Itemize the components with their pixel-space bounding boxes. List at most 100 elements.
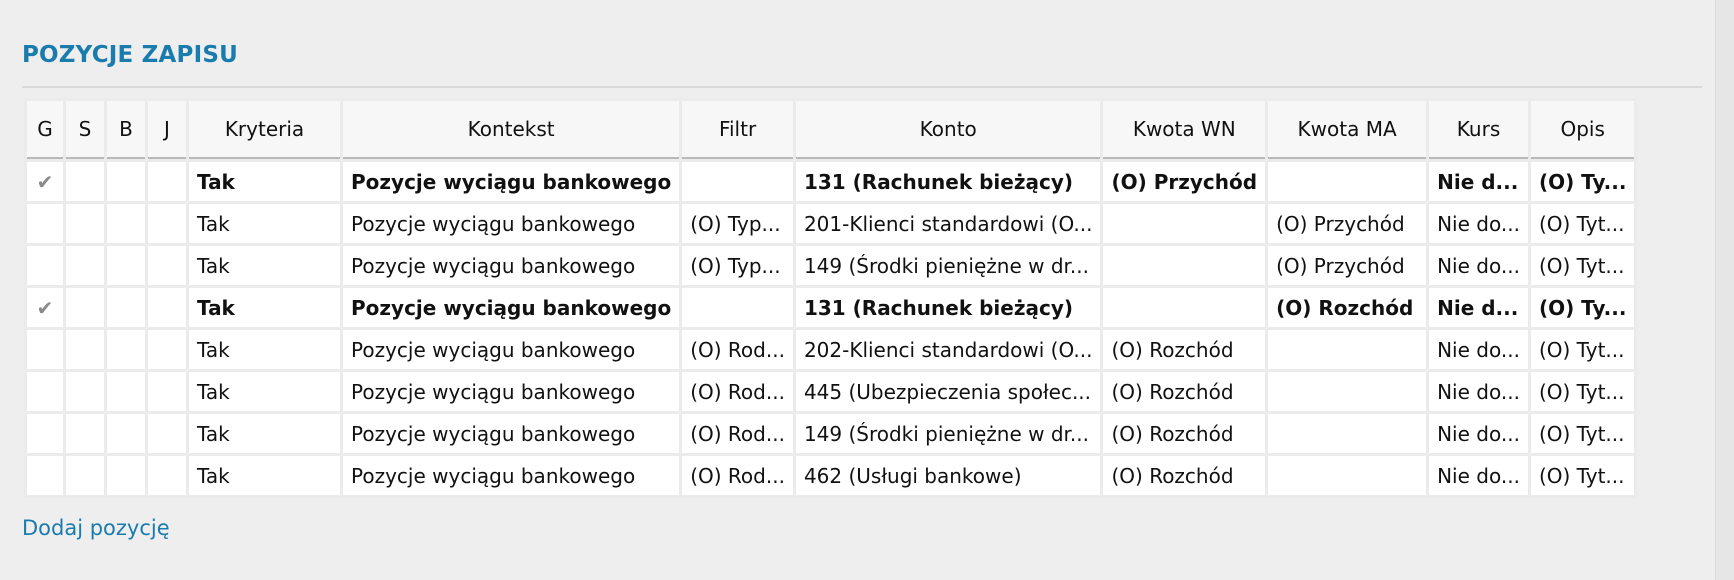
cell-kontekst[interactable]: Pozycje wyciągu bankowego xyxy=(343,246,680,285)
cell-opis[interactable]: (O) Ty... xyxy=(1530,162,1635,201)
cell-g[interactable] xyxy=(27,246,63,285)
cell-filtr[interactable] xyxy=(682,162,793,201)
cell-g[interactable]: ✔ xyxy=(27,162,63,201)
cell-opis[interactable]: (O) Tyt... xyxy=(1530,204,1635,243)
cell-konto[interactable]: 201-Klienci standardowi (O... xyxy=(795,204,1101,243)
cell-b[interactable] xyxy=(107,204,145,243)
cell-opis[interactable]: (O) Tyt... xyxy=(1530,330,1635,369)
column-header-kwota-wn[interactable]: Kwota WN xyxy=(1103,101,1266,159)
cell-s[interactable] xyxy=(66,456,104,495)
cell-kryteria[interactable]: Tak xyxy=(189,162,340,201)
cell-s[interactable] xyxy=(66,330,104,369)
column-header-opis[interactable]: Opis xyxy=(1530,101,1635,159)
cell-kontekst[interactable]: Pozycje wyciągu bankowego xyxy=(343,414,680,453)
cell-b[interactable] xyxy=(107,162,145,201)
cell-opis[interactable]: (O) Tyt... xyxy=(1530,456,1635,495)
cell-s[interactable] xyxy=(66,162,104,201)
cell-konto[interactable]: 131 (Rachunek bieżący) xyxy=(795,288,1101,327)
cell-kryteria[interactable]: Tak xyxy=(189,414,340,453)
cell-konto[interactable]: 149 (Środki pieniężne w dr... xyxy=(795,414,1101,453)
cell-b[interactable] xyxy=(107,372,145,411)
cell-filtr[interactable]: (O) Rod... xyxy=(682,330,793,369)
cell-kryteria[interactable]: Tak xyxy=(189,246,340,285)
column-header-kurs[interactable]: Kurs xyxy=(1429,101,1528,159)
cell-j[interactable] xyxy=(148,414,186,453)
cell-kryteria[interactable]: Tak xyxy=(189,330,340,369)
cell-kwota-ma[interactable]: (O) Rozchód xyxy=(1268,288,1427,327)
cell-j[interactable] xyxy=(148,330,186,369)
table-row[interactable]: ✔ Tak Pozycje wyciągu bankowego 131 (Rachun… xyxy=(27,162,1635,201)
table-row[interactable]: Tak Pozycje wyciągu bankowego (O) Rod... 44… xyxy=(27,372,1635,411)
column-header-kryteria[interactable]: Kryteria xyxy=(189,101,340,159)
column-header-b[interactable]: B xyxy=(107,101,145,159)
column-header-kwota-ma[interactable]: Kwota MA xyxy=(1268,101,1427,159)
cell-g[interactable] xyxy=(27,330,63,369)
cell-kwota-wn[interactable]: (O) Rozchód xyxy=(1103,456,1266,495)
cell-filtr[interactable]: (O) Typ... xyxy=(682,246,793,285)
cell-kontekst[interactable]: Pozycje wyciągu bankowego xyxy=(343,288,680,327)
cell-g[interactable] xyxy=(27,456,63,495)
cell-filtr[interactable]: (O) Rod... xyxy=(682,456,793,495)
cell-kontekst[interactable]: Pozycje wyciągu bankowego xyxy=(343,162,680,201)
table-row[interactable]: Tak Pozycje wyciągu bankowego (O) Rod... 20… xyxy=(27,330,1635,369)
cell-s[interactable] xyxy=(66,288,104,327)
cell-opis[interactable]: (O) Tyt... xyxy=(1530,372,1635,411)
vertical-scrollbar[interactable] xyxy=(1715,0,1734,580)
cell-g[interactable] xyxy=(27,414,63,453)
cell-kwota-ma[interactable] xyxy=(1268,162,1427,201)
cell-kwota-ma[interactable] xyxy=(1268,330,1427,369)
add-position-link[interactable]: Dodaj pozycję xyxy=(22,516,170,540)
cell-konto[interactable]: 445 (Ubezpieczenia społec... xyxy=(795,372,1101,411)
cell-kurs[interactable]: Nie d... xyxy=(1429,288,1528,327)
cell-g[interactable] xyxy=(27,372,63,411)
cell-kryteria[interactable]: Tak xyxy=(189,204,340,243)
cell-b[interactable] xyxy=(107,456,145,495)
cell-j[interactable] xyxy=(148,288,186,327)
cell-j[interactable] xyxy=(148,246,186,285)
cell-j[interactable] xyxy=(148,372,186,411)
cell-kurs[interactable]: Nie do... xyxy=(1429,414,1528,453)
cell-s[interactable] xyxy=(66,204,104,243)
cell-kurs[interactable]: Nie do... xyxy=(1429,372,1528,411)
cell-kontekst[interactable]: Pozycje wyciągu bankowego xyxy=(343,330,680,369)
cell-kryteria[interactable]: Tak xyxy=(189,288,340,327)
cell-kurs[interactable]: Nie do... xyxy=(1429,246,1528,285)
cell-kurs[interactable]: Nie do... xyxy=(1429,456,1528,495)
cell-s[interactable] xyxy=(66,372,104,411)
cell-kwota-wn[interactable] xyxy=(1103,288,1266,327)
cell-opis[interactable]: (O) Tyt... xyxy=(1530,246,1635,285)
cell-kwota-wn[interactable] xyxy=(1103,246,1266,285)
table-row[interactable]: ✔ Tak Pozycje wyciągu bankowego 131 (Rachun… xyxy=(27,288,1635,327)
cell-kwota-ma[interactable]: (O) Przychód xyxy=(1268,246,1427,285)
cell-j[interactable] xyxy=(148,204,186,243)
cell-filtr[interactable] xyxy=(682,288,793,327)
cell-konto[interactable]: 149 (Środki pieniężne w dr... xyxy=(795,246,1101,285)
table-row[interactable]: Tak Pozycje wyciągu bankowego (O) Rod... 14… xyxy=(27,414,1635,453)
cell-b[interactable] xyxy=(107,414,145,453)
cell-kwota-ma[interactable] xyxy=(1268,456,1427,495)
cell-b[interactable] xyxy=(107,246,145,285)
cell-opis[interactable]: (O) Ty... xyxy=(1530,288,1635,327)
column-header-g[interactable]: G xyxy=(27,101,63,159)
cell-g[interactable] xyxy=(27,204,63,243)
cell-konto[interactable]: 202-Klienci standardowi (O... xyxy=(795,330,1101,369)
cell-kwota-wn[interactable]: (O) Rozchód xyxy=(1103,372,1266,411)
cell-j[interactable] xyxy=(148,162,186,201)
table-row[interactable]: Tak Pozycje wyciągu bankowego (O) Typ... 14… xyxy=(27,246,1635,285)
cell-b[interactable] xyxy=(107,330,145,369)
column-header-konto[interactable]: Konto xyxy=(795,101,1101,159)
cell-kryteria[interactable]: Tak xyxy=(189,456,340,495)
cell-s[interactable] xyxy=(66,246,104,285)
cell-filtr[interactable]: (O) Typ... xyxy=(682,204,793,243)
cell-kwota-wn[interactable]: (O) Rozchód xyxy=(1103,414,1266,453)
cell-kwota-wn[interactable] xyxy=(1103,204,1266,243)
cell-kwota-wn[interactable]: (O) Przychód xyxy=(1103,162,1266,201)
column-header-kontekst[interactable]: Kontekst xyxy=(343,101,680,159)
cell-s[interactable] xyxy=(66,414,104,453)
table-row[interactable]: Tak Pozycje wyciągu bankowego (O) Rod... 46… xyxy=(27,456,1635,495)
table-row[interactable]: Tak Pozycje wyciągu bankowego (O) Typ... 20… xyxy=(27,204,1635,243)
cell-kryteria[interactable]: Tak xyxy=(189,372,340,411)
column-header-s[interactable]: S xyxy=(66,101,104,159)
cell-kurs[interactable]: Nie d... xyxy=(1429,162,1528,201)
cell-konto[interactable]: 462 (Usługi bankowe) xyxy=(795,456,1101,495)
